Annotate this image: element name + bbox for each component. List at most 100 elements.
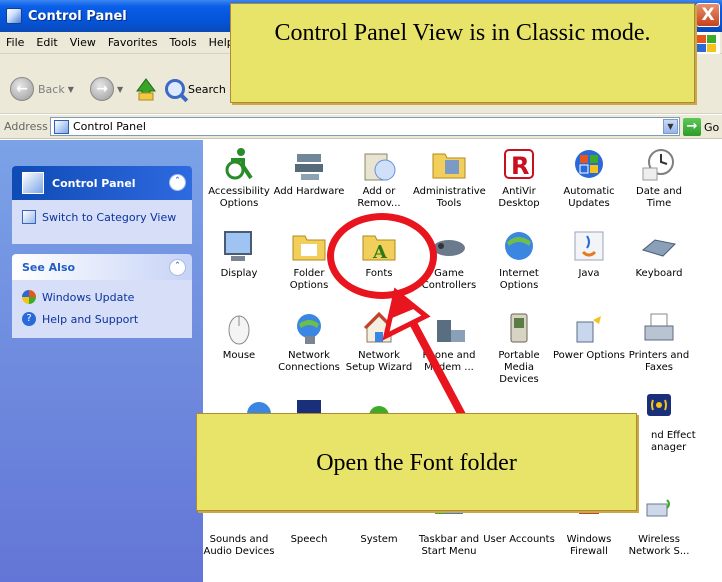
annotation-open-fonts: Open the Font folder — [196, 413, 637, 511]
phone-modem-icon — [431, 310, 467, 346]
item-label: Windows Firewall — [566, 534, 612, 557]
internet-options-item[interactable]: Internet Options — [483, 228, 555, 292]
collapse-chevron-icon[interactable]: ˆ — [169, 259, 186, 276]
item-label: Printers and Faxes — [628, 350, 690, 373]
item-label: User Accounts — [483, 534, 555, 545]
help-support-link[interactable]: ? Help and Support — [22, 312, 182, 326]
keyboard-item[interactable]: Keyboard — [623, 228, 695, 280]
forward-arrow-icon: → — [90, 77, 114, 101]
windows-update-link[interactable]: Windows Update — [22, 290, 182, 304]
help-icon: ? — [22, 312, 36, 326]
annotation-classic-mode: Control Panel View is in Classic mode. — [230, 3, 695, 103]
menu-tools[interactable]: Tools — [164, 36, 203, 49]
back-arrow-icon: ← — [10, 77, 34, 101]
date-and-time-item[interactable]: Date and Time — [623, 146, 695, 210]
internet-options-icon — [501, 228, 537, 264]
search-label: Search — [188, 82, 226, 96]
power-options-icon — [571, 310, 607, 346]
task-pane: Control Panel ˆ Switch to Category View … — [0, 140, 203, 582]
item-label: Administrative Tools — [413, 186, 486, 209]
control-panel-icon — [22, 172, 44, 194]
antivir-desktop-item[interactable]: R AntiVir Desktop — [483, 146, 555, 210]
forward-button[interactable]: → ▼ — [90, 76, 123, 102]
svg-text:R: R — [511, 152, 529, 180]
network-connections-icon — [291, 310, 327, 346]
item-label: Automatic Updates — [563, 186, 615, 209]
address-input[interactable]: Control Panel ▼ — [50, 117, 680, 136]
chevron-down-icon: ▼ — [117, 84, 124, 94]
go-button[interactable]: → Go — [683, 118, 719, 136]
portable-media-devices-icon — [501, 310, 537, 346]
pane-header[interactable]: Control Panel ˆ — [12, 166, 192, 200]
windows-update-icon — [22, 290, 36, 304]
item-label: Power Options — [553, 350, 625, 361]
item-label: System — [360, 534, 398, 545]
search-icon — [165, 79, 185, 99]
automatic-updates-item[interactable]: Automatic Updates — [553, 146, 625, 210]
item-label: Portable Media Devices — [498, 350, 540, 385]
administrative-tools-icon — [431, 146, 467, 182]
switch-view-label: Switch to Category View — [42, 210, 177, 224]
address-bar: Address Control Panel ▼ → Go — [0, 115, 722, 139]
power-options-item[interactable]: Power Options — [553, 310, 625, 362]
address-value: Control Panel — [73, 120, 146, 133]
go-arrow-icon: → — [683, 118, 701, 136]
collapse-chevron-icon[interactable]: ˆ — [169, 174, 186, 191]
control-panel-icon — [54, 119, 69, 134]
address-label: Address — [4, 120, 48, 133]
item-label: Taskbar and Start Menu — [418, 534, 480, 557]
control-panel-pane: Control Panel ˆ Switch to Category View — [12, 166, 192, 244]
item-label: Sounds and Audio Devices — [203, 534, 275, 557]
keyboard-icon — [641, 228, 677, 264]
icon-view: Accessibility Options Add Hardware Add o… — [203, 140, 722, 582]
date-time-icon — [641, 146, 677, 182]
add-hardware-icon — [291, 146, 327, 182]
portable-media-devices-item[interactable]: Portable Media Devices — [483, 310, 555, 386]
menu-favorites[interactable]: Favorites — [102, 36, 164, 49]
item-label: Add Hardware — [273, 186, 345, 197]
chevron-down-icon: ▼ — [67, 84, 74, 94]
administrative-tools-item[interactable]: Administrative Tools — [413, 146, 486, 210]
help-support-label: Help and Support — [42, 312, 139, 326]
item-label: Keyboard — [635, 268, 683, 279]
add-remove-programs-icon — [361, 146, 397, 182]
chevron-down-icon[interactable]: ▼ — [663, 119, 678, 134]
display-item[interactable]: Display — [203, 228, 275, 280]
accessibility-options-item[interactable]: Accessibility Options — [203, 146, 275, 210]
mouse-icon — [221, 310, 257, 346]
up-folder-icon[interactable] — [135, 77, 157, 101]
java-icon — [571, 228, 607, 264]
phone-modem-item[interactable]: Phone and Modem ... — [413, 310, 485, 374]
java-item[interactable]: Java — [553, 228, 625, 280]
mouse-item[interactable]: Mouse — [203, 310, 275, 362]
item-label: Mouse — [222, 350, 256, 361]
add-hardware-item[interactable]: Add Hardware — [273, 146, 345, 198]
item-label: Internet Options — [499, 268, 539, 291]
menu-file[interactable]: File — [0, 36, 30, 49]
pane-header[interactable]: See Also ˆ — [12, 254, 192, 280]
display-icon — [221, 228, 257, 264]
item-label: nd Effect anager — [651, 430, 696, 453]
item-label: Accessibility Options — [208, 186, 270, 209]
switch-view-icon — [22, 210, 36, 224]
highlight-circle — [327, 213, 437, 299]
item-label: Folder Options — [289, 268, 329, 291]
close-button[interactable]: X — [696, 3, 720, 27]
printers-faxes-item[interactable]: Printers and Faxes — [623, 310, 695, 374]
back-button[interactable]: ← Back ▼ — [10, 76, 74, 102]
search-button[interactable]: Search — [165, 76, 226, 102]
menu-view[interactable]: View — [64, 36, 102, 49]
network-setup-wizard-item[interactable]: Network Setup Wizard — [343, 310, 415, 374]
folder-options-icon — [291, 228, 327, 264]
switch-view-link[interactable]: Switch to Category View — [22, 210, 182, 224]
item-label: Phone and Modem ... — [422, 350, 476, 373]
pane-title: See Also — [22, 260, 76, 274]
automatic-updates-icon — [571, 146, 607, 182]
add-remove-programs-item[interactable]: Add or Remov... — [343, 146, 415, 210]
network-setup-wizard-icon — [361, 310, 397, 346]
printers-faxes-icon — [641, 310, 677, 346]
pane-title: Control Panel — [52, 176, 136, 190]
network-connections-item[interactable]: Network Connections — [273, 310, 345, 374]
menu-edit[interactable]: Edit — [30, 36, 63, 49]
pane-body: Switch to Category View — [12, 200, 192, 244]
